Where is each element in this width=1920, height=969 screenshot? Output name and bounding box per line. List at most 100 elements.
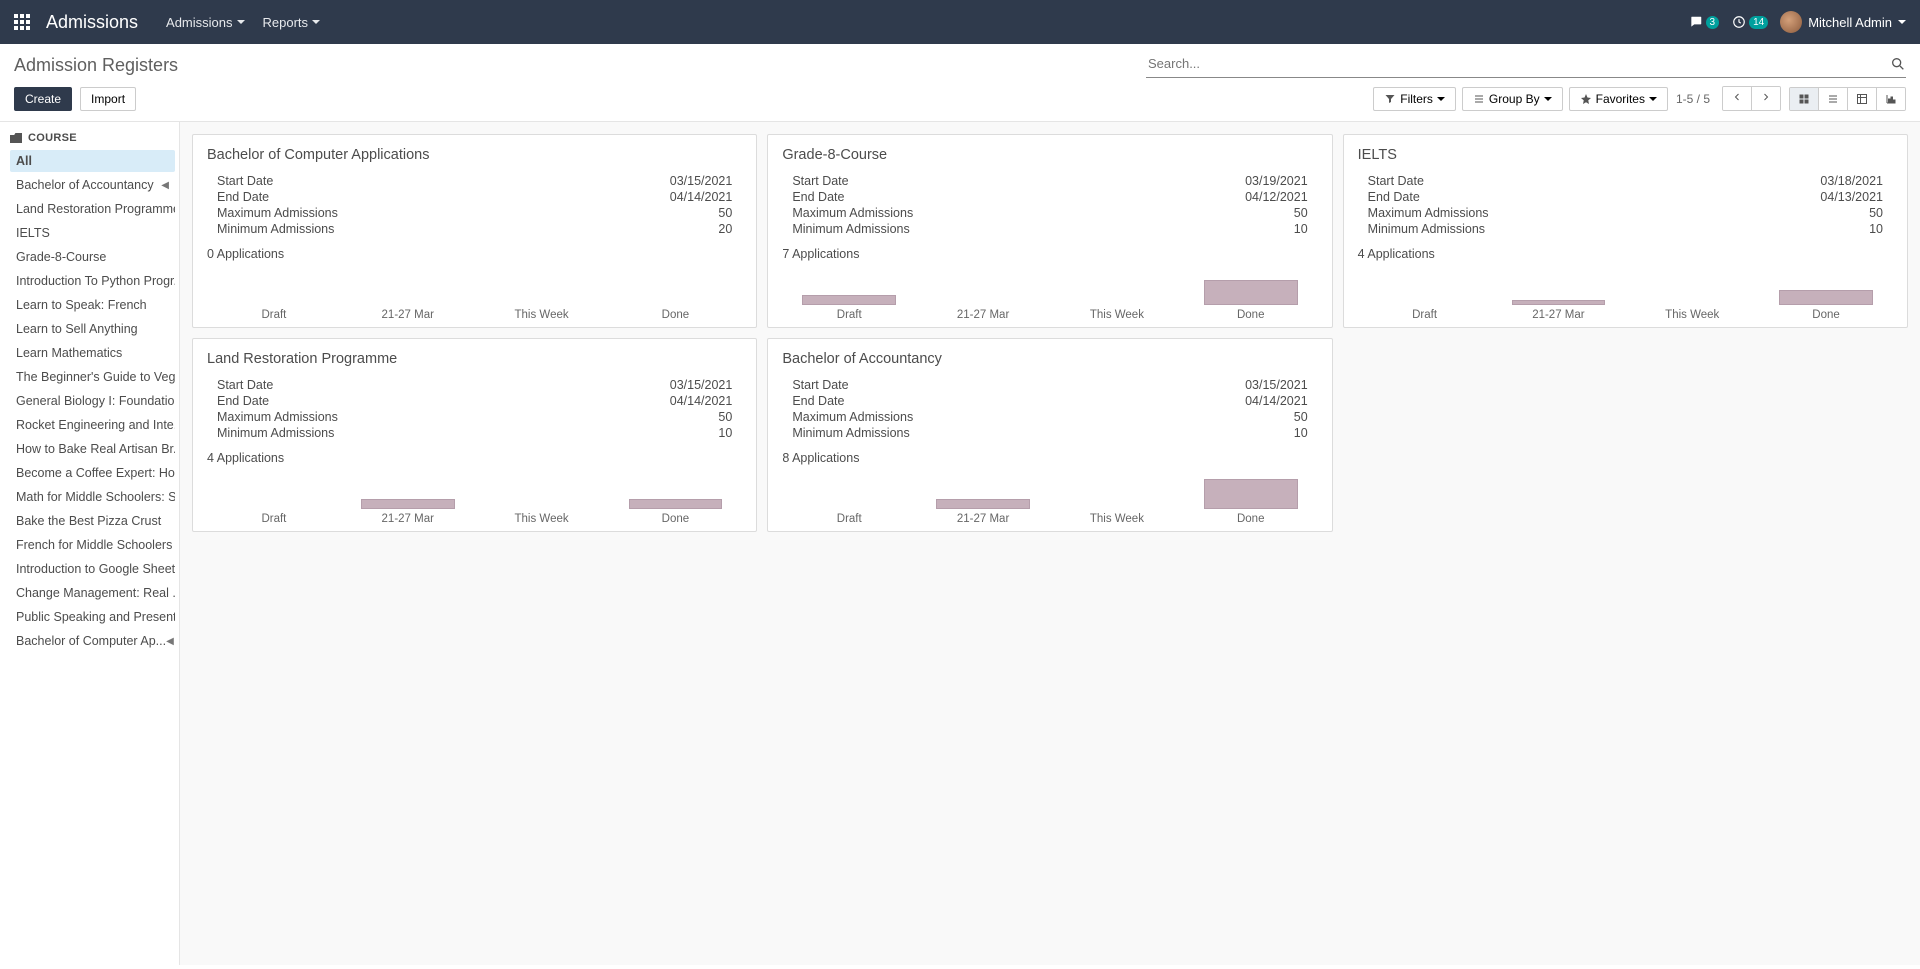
field-label: Maximum Admissions [1368, 206, 1489, 220]
sidebar-item[interactable]: Learn Mathematics [10, 342, 175, 364]
user-menu[interactable]: Mitchell Admin [1780, 11, 1906, 33]
search-icon[interactable] [1890, 56, 1906, 72]
sidebar-item-label: Introduction To Python Progr... [16, 274, 175, 288]
top-nav: Admissions Admissions Reports 3 14 Mitch… [0, 0, 1920, 44]
sidebar-item[interactable]: Grade-8-Course [10, 246, 175, 268]
sidebar-item[interactable]: Learn to Speak: French [10, 294, 175, 316]
chevron-right-icon [1760, 91, 1772, 103]
sidebar-item[interactable]: Public Speaking and Present... [10, 606, 175, 628]
chart-label: This Week [1050, 513, 1184, 525]
chart-label: 21-27 Mar [1491, 309, 1625, 321]
search-input[interactable] [1146, 52, 1890, 75]
chart-label: Draft [207, 513, 341, 525]
activities-button[interactable]: 14 [1731, 15, 1768, 29]
chart-label: 21-27 Mar [341, 309, 475, 321]
view-pivot[interactable] [1848, 88, 1877, 110]
pivot-icon [1856, 93, 1868, 105]
chart-bar-slot [608, 499, 742, 509]
sidebar-item[interactable]: Learn to Sell Anything [10, 318, 175, 340]
sidebar-item[interactable]: Bachelor of Computer Ap...◀ [10, 630, 175, 652]
field-label: Start Date [1368, 174, 1424, 188]
view-kanban[interactable] [1790, 88, 1819, 110]
field-value: 20 [718, 222, 732, 236]
sidebar-item[interactable]: Introduction To Python Progr... [10, 270, 175, 292]
chart-bar [1204, 280, 1298, 305]
nav-item-admissions[interactable]: Admissions [166, 15, 244, 30]
sidebar-item[interactable]: French for Middle Schoolers [10, 534, 175, 556]
field-label: Start Date [217, 378, 273, 392]
sidebar-list: AllBachelor of Accountancy◀Land Restorat… [10, 150, 175, 652]
chevron-left-icon [1731, 91, 1743, 103]
sidebar-item[interactable]: Bake the Best Pizza Crust [10, 510, 175, 532]
search-wrap [1146, 52, 1906, 78]
create-button[interactable]: Create [14, 87, 72, 111]
chart-labels: Draft21-27 MarThis WeekDone [207, 305, 742, 321]
groupby-button[interactable]: Group By [1462, 87, 1563, 111]
field-value: 03/19/2021 [1245, 174, 1308, 188]
messages-button[interactable]: 3 [1688, 15, 1720, 29]
nav-item-label: Admissions [166, 15, 232, 30]
favorites-button[interactable]: Favorites [1569, 87, 1668, 111]
chart-bar [936, 499, 1030, 509]
apps-icon[interactable] [14, 14, 30, 30]
sidebar-item[interactable]: Become a Coffee Expert: Ho... [10, 462, 175, 484]
chevron-down-icon [1437, 97, 1445, 101]
kv-row: Maximum Admissions50 [792, 409, 1307, 425]
pager-prev[interactable] [1723, 87, 1752, 110]
field-label: Maximum Admissions [217, 410, 338, 424]
card-title: Bachelor of Computer Applications [207, 147, 742, 163]
kv-row: Maximum Admissions50 [792, 205, 1307, 221]
sidebar-item[interactable]: The Beginner's Guide to Veg... [10, 366, 175, 388]
sidebar-item-label: Become a Coffee Expert: Ho... [16, 466, 175, 480]
field-label: Start Date [792, 174, 848, 188]
sidebar-item[interactable]: Math for Middle Schoolers: S... [10, 486, 175, 508]
sidebar-item[interactable]: Change Management: Real ... [10, 582, 175, 604]
field-value: 50 [1294, 206, 1308, 220]
sidebar-item[interactable]: Land Restoration Programme [10, 198, 175, 220]
sidebar-item-label: How to Bake Real Artisan Br... [16, 442, 175, 456]
field-value: 50 [718, 410, 732, 424]
filters-button[interactable]: Filters [1373, 87, 1456, 111]
chart-bar-slot [1759, 290, 1893, 305]
view-switcher [1789, 87, 1906, 111]
avatar [1780, 11, 1802, 33]
pager-next[interactable] [1752, 87, 1780, 110]
view-list[interactable] [1819, 88, 1848, 110]
sidebar-item[interactable]: How to Bake Real Artisan Br... [10, 438, 175, 460]
card-title: IELTS [1358, 147, 1893, 163]
register-card[interactable]: Land Restoration ProgrammeStart Date03/1… [192, 338, 757, 532]
field-value: 03/15/2021 [670, 378, 733, 392]
register-card[interactable]: Bachelor of Computer ApplicationsStart D… [192, 134, 757, 328]
sidebar-item-label: General Biology I: Foundatio... [16, 394, 175, 408]
sidebar-item[interactable]: Introduction to Google Sheets [10, 558, 175, 580]
sidebar-item[interactable]: Rocket Engineering and Inte... [10, 414, 175, 436]
sidebar-item[interactable]: IELTS [10, 222, 175, 244]
activities-badge: 14 [1749, 16, 1768, 29]
sidebar-item-label: Bachelor of Accountancy [16, 178, 154, 192]
nav-item-reports[interactable]: Reports [263, 15, 321, 30]
chevron-down-icon [1544, 97, 1552, 101]
card-details: Start Date03/18/2021End Date04/13/2021Ma… [1358, 173, 1893, 237]
sidebar-item[interactable]: Bachelor of Accountancy◀ [10, 174, 175, 196]
kv-row: End Date04/13/2021 [1368, 189, 1883, 205]
chart-label: This Week [1625, 309, 1759, 321]
chart-label: Draft [1358, 309, 1492, 321]
import-button[interactable]: Import [80, 87, 136, 111]
card-title: Bachelor of Accountancy [782, 351, 1317, 367]
register-card[interactable]: IELTS Start Date03/18/2021End Date04/13/2… [1343, 134, 1908, 328]
graph-icon [1885, 93, 1897, 105]
field-value: 04/12/2021 [1245, 190, 1308, 204]
sidebar-item-label: Learn to Speak: French [16, 298, 147, 312]
chart-label: 21-27 Mar [916, 309, 1050, 321]
sidebar-item-label: Introduction to Google Sheets [16, 562, 175, 576]
sidebar-item-label: French for Middle Schoolers [16, 538, 172, 552]
app-brand[interactable]: Admissions [46, 12, 138, 33]
sidebar-item[interactable]: All [10, 150, 175, 172]
view-graph[interactable] [1877, 88, 1905, 110]
register-card[interactable]: Grade-8-CourseStart Date03/19/2021End Da… [767, 134, 1332, 328]
kv-row: Minimum Admissions10 [792, 425, 1307, 441]
applications-count: 0 Applications [207, 247, 742, 261]
register-card[interactable]: Bachelor of AccountancyStart Date03/15/2… [767, 338, 1332, 532]
field-value: 10 [1294, 222, 1308, 236]
sidebar-item[interactable]: General Biology I: Foundatio... [10, 390, 175, 412]
